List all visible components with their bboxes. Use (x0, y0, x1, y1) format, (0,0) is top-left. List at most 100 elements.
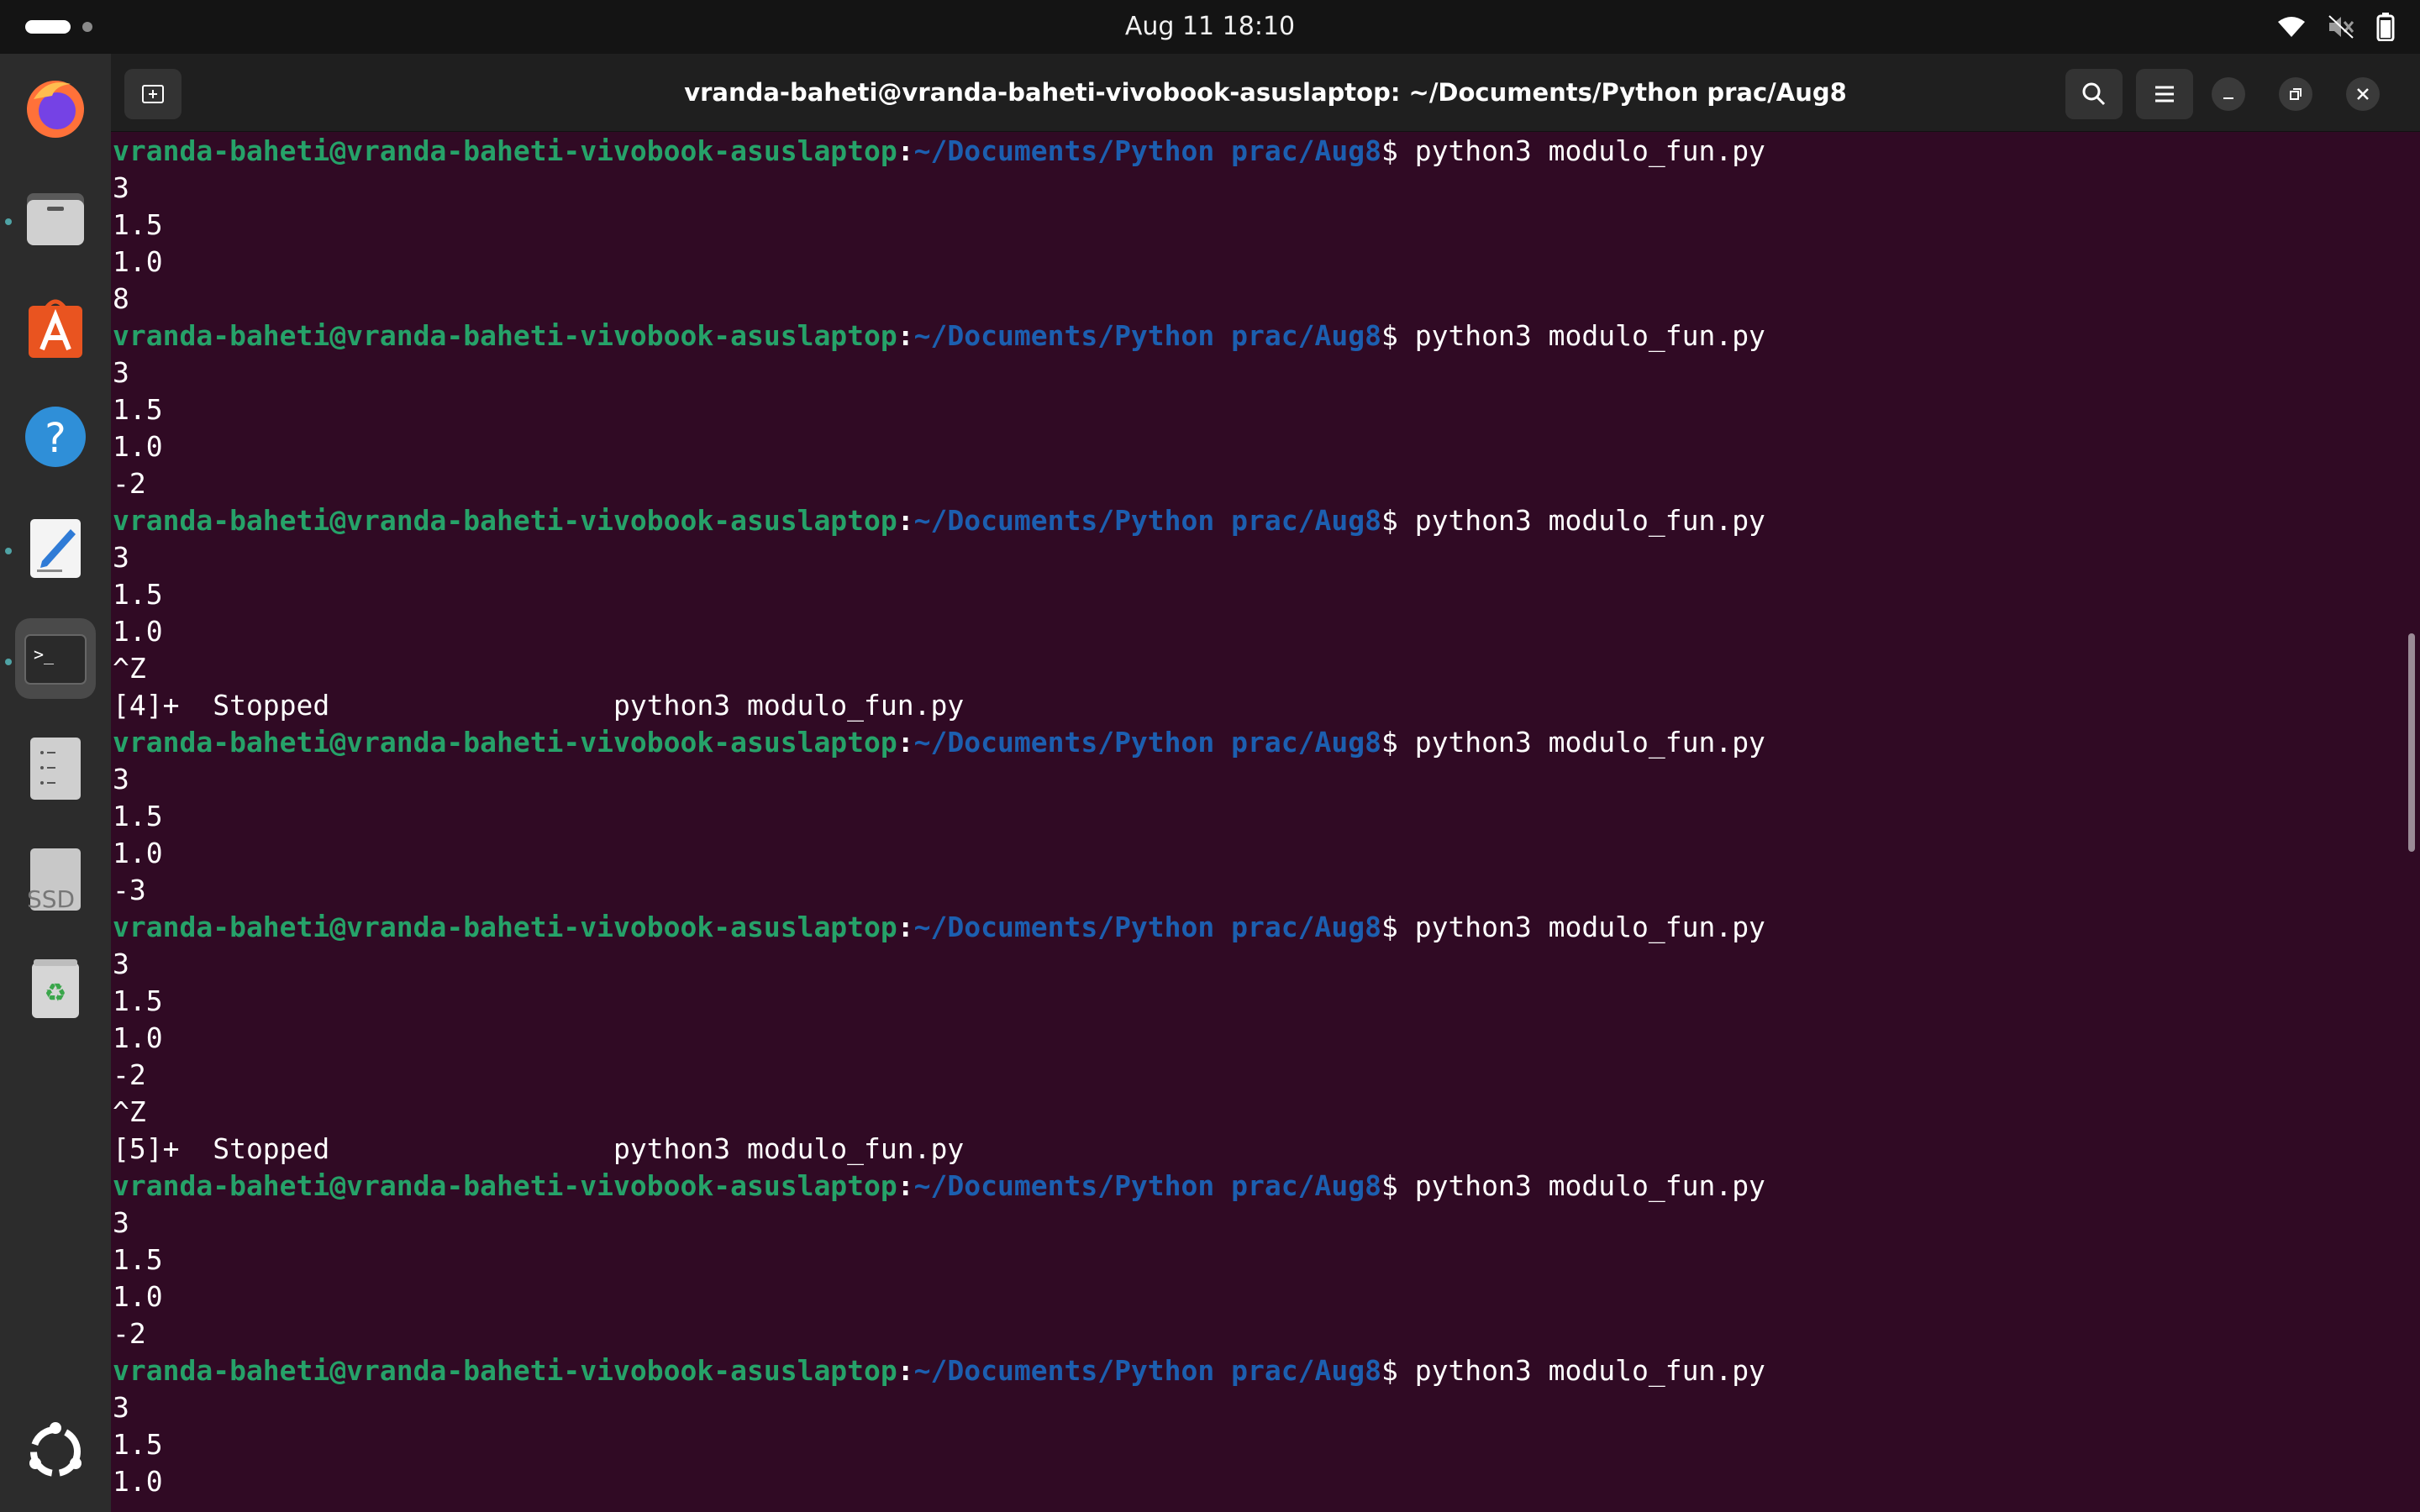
prompt-line: vranda-baheti@vranda-baheti-vivobook-asu… (113, 724, 2381, 761)
output-line: 3 (113, 1206, 129, 1239)
wifi-icon (2277, 15, 2306, 39)
ubuntu-logo-icon[interactable] (15, 1411, 96, 1492)
prompt-path: ~/Documents/Python prac/Aug8 (913, 1169, 1381, 1202)
output-line: [4]+ Stopped python3 modulo_fun.py (113, 689, 965, 722)
prompt-separator: : (897, 911, 914, 943)
prompt-symbol: $ (1381, 504, 1415, 537)
prompt-user: vranda-baheti@vranda-baheti-vivobook-asu… (113, 1169, 897, 1202)
prompt-line: vranda-baheti@vranda-baheti-vivobook-asu… (113, 502, 2381, 539)
output-line: 1.5 (113, 1428, 163, 1461)
output-line: 1.0 (113, 1021, 163, 1054)
files-icon[interactable] (15, 178, 96, 259)
svg-text:>_: >_ (34, 644, 55, 664)
prompt-line: vranda-baheti@vranda-baheti-vivobook-asu… (113, 1168, 2381, 1205)
terminal-window: vranda-baheti@vranda-baheti-vivobook-asu… (111, 54, 2420, 1512)
output-line: [5]+ Stopped python3 modulo_fun.py (113, 1132, 965, 1165)
output-line: 1.0 (113, 837, 163, 869)
prompt-symbol: $ (1381, 726, 1415, 759)
command-text: python3 modulo_fun.py (1414, 134, 1765, 167)
output-line: 3 (113, 763, 129, 795)
prompt-symbol: $ (1381, 911, 1415, 943)
prompt-symbol: $ (1381, 319, 1415, 352)
output-line: 3 (113, 1391, 129, 1424)
prompt-path: ~/Documents/Python prac/Aug8 (913, 726, 1381, 759)
command-text: python3 modulo_fun.py (1414, 504, 1765, 537)
dock: ? >_ SSD ♻ (0, 54, 111, 1512)
terminal-icon[interactable]: >_ (15, 618, 96, 699)
output-line: -2 (113, 467, 146, 500)
command-text: python3 modulo_fun.py (1414, 911, 1765, 943)
ssd-icon[interactable]: SSD (15, 838, 96, 919)
prompt-separator: : (897, 134, 914, 167)
output-line: -2 (113, 1058, 146, 1091)
running-indicator (5, 659, 12, 665)
output-line: 1.5 (113, 984, 163, 1017)
text-editor-icon[interactable] (15, 507, 96, 588)
ssd-label: SSD (27, 885, 76, 913)
volume-muted-icon (2328, 14, 2354, 39)
output-line: 8 (113, 282, 129, 315)
prompt-user: vranda-baheti@vranda-baheti-vivobook-asu… (113, 504, 897, 537)
command-text: python3 modulo_fun.py (1414, 726, 1765, 759)
app-center-icon[interactable] (15, 287, 96, 368)
running-indicator (5, 218, 12, 225)
system-status-area[interactable] (2277, 12, 2395, 42)
scrollbar[interactable] (2408, 633, 2415, 852)
output-line: 1.0 (113, 1465, 163, 1498)
output-line: 1.5 (113, 1243, 163, 1276)
prompt-line: vranda-baheti@vranda-baheti-vivobook-asu… (113, 1352, 2381, 1389)
minimize-button[interactable] (2212, 77, 2245, 111)
menu-button[interactable] (2136, 69, 2193, 119)
output-line: 3 (113, 171, 129, 204)
prompt-user: vranda-baheti@vranda-baheti-vivobook-asu… (113, 134, 897, 167)
prompt-path: ~/Documents/Python prac/Aug8 (913, 504, 1381, 537)
top-bar: Aug 11 18:10 (0, 0, 2420, 54)
trash-icon[interactable]: ♻ (15, 948, 96, 1028)
output-line: ^Z (113, 652, 146, 685)
help-icon[interactable]: ? (15, 396, 96, 477)
close-button[interactable] (2346, 77, 2380, 111)
prompt-line: vranda-baheti@vranda-baheti-vivobook-asu… (113, 133, 2381, 170)
output-line: -2 (113, 1317, 146, 1350)
prompt-symbol: $ (1381, 134, 1415, 167)
prompt-separator: : (897, 1169, 914, 1202)
search-button[interactable] (2065, 69, 2123, 119)
prompt-user: vranda-baheti@vranda-baheti-vivobook-asu… (113, 911, 897, 943)
prompt-path: ~/Documents/Python prac/Aug8 (913, 134, 1381, 167)
prompt-separator: : (897, 1354, 914, 1387)
output-line: ^Z (113, 1095, 146, 1128)
command-text: python3 modulo_fun.py (1414, 319, 1765, 352)
prompt-line: vranda-baheti@vranda-baheti-vivobook-asu… (113, 318, 2381, 354)
prompt-line: vranda-baheti@vranda-baheti-vivobook-asu… (113, 909, 2381, 946)
output-line: 1.0 (113, 245, 163, 278)
restore-button[interactable] (2279, 77, 2312, 111)
output-line: 1.5 (113, 208, 163, 241)
prompt-symbol: $ (1381, 1354, 1415, 1387)
clock[interactable]: Aug 11 18:10 (0, 0, 2420, 54)
output-line: 1.0 (113, 430, 163, 463)
svg-text:?: ? (45, 415, 66, 462)
terminal-output[interactable]: vranda-baheti@vranda-baheti-vivobook-asu… (113, 133, 2381, 1512)
prompt-separator: : (897, 504, 914, 537)
output-line: 1.0 (113, 615, 163, 648)
output-line: 3 (113, 541, 129, 574)
header-bar[interactable]: vranda-baheti@vranda-baheti-vivobook-asu… (111, 54, 2420, 132)
output-line: 1.5 (113, 393, 163, 426)
output-line: -3 (113, 874, 146, 906)
firefox-icon[interactable] (15, 67, 96, 148)
output-line: 1.0 (113, 1280, 163, 1313)
prompt-path: ~/Documents/Python prac/Aug8 (913, 911, 1381, 943)
prompt-user: vranda-baheti@vranda-baheti-vivobook-asu… (113, 319, 897, 352)
prompt-symbol: $ (1381, 1169, 1415, 1202)
prompt-separator: : (897, 319, 914, 352)
battery-icon (2376, 13, 2395, 41)
prompt-user: vranda-baheti@vranda-baheti-vivobook-asu… (113, 726, 897, 759)
running-indicator (5, 548, 12, 554)
prompt-user: vranda-baheti@vranda-baheti-vivobook-asu… (113, 1354, 897, 1387)
prompt-path: ~/Documents/Python prac/Aug8 (913, 319, 1381, 352)
drive-icon[interactable] (15, 727, 96, 808)
command-text: python3 modulo_fun.py (1414, 1354, 1765, 1387)
prompt-separator: : (897, 726, 914, 759)
output-line: 3 (113, 948, 129, 980)
output-line: 1.5 (113, 578, 163, 611)
